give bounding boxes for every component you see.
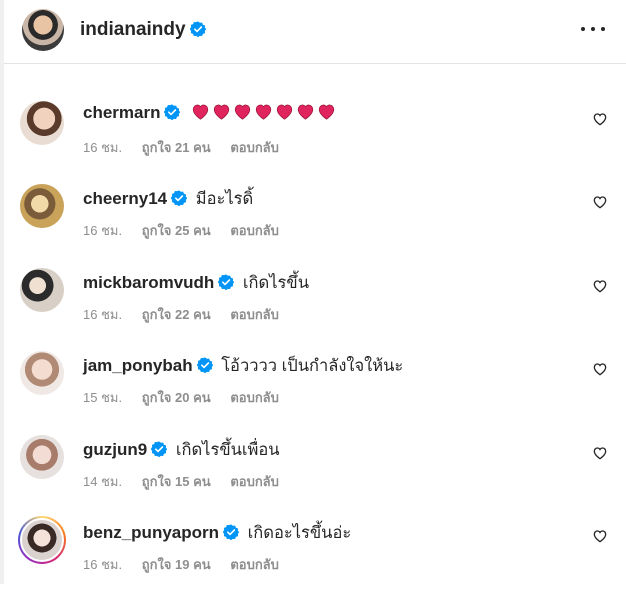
verified-badge-icon	[218, 274, 235, 290]
verified-badge-icon	[196, 357, 213, 373]
post-header: indianaindy	[4, 0, 626, 64]
commenter-username[interactable]: chermarn	[83, 103, 160, 122]
commenter-username[interactable]: jam_ponybah	[83, 356, 193, 375]
comment-line: cheerny14 มีอะไรดิ้	[83, 186, 253, 212]
reply-button[interactable]: ตอบกลับ	[230, 557, 279, 572]
commenter-avatar[interactable]	[20, 184, 64, 228]
reply-button[interactable]: ตอบกลับ	[230, 140, 279, 155]
comment-meta: 14 ชม. ถูกใจ 15 คน ตอบกลับ	[83, 471, 295, 492]
red-heart-emoji-icon	[318, 104, 335, 120]
comment-time[interactable]: 14 ชม.	[83, 474, 122, 489]
comment-meta: 16 ชม. ถูกใจ 22 คน ตอบกลับ	[83, 304, 295, 325]
comment-likes[interactable]: ถูกใจ 20 คน	[142, 390, 211, 405]
comment-meta: 16 ชม. ถูกใจ 19 คน ตอบกลับ	[83, 554, 295, 575]
comment-time[interactable]: 16 ชม.	[83, 307, 122, 322]
reply-button[interactable]: ตอบกลับ	[230, 474, 279, 489]
red-heart-emoji-icon	[213, 104, 230, 120]
comment-text: เกิดอะไรขึ้นอ่ะ	[247, 524, 352, 542]
red-heart-emoji-icon	[255, 104, 272, 120]
heart-outline-icon[interactable]	[592, 111, 608, 127]
comment-row: guzjun9 เกิดไรขึ้นเพื่อน 14 ชม. ถูกใจ 15…	[4, 429, 626, 513]
comment-row: chermarn 16 ชม. ถูกใจ 21 คน ตอบกลับ	[4, 95, 626, 179]
verified-badge-icon	[171, 190, 188, 206]
commenter-avatar[interactable]	[20, 268, 64, 312]
red-heart-emoji-icon	[192, 104, 209, 120]
commenter-username[interactable]: mickbaromvudh	[83, 273, 214, 292]
verified-badge-icon	[189, 21, 206, 37]
comment-row: cheerny14 มีอะไรดิ้ 16 ชม. ถูกใจ 25 คน ต…	[4, 178, 626, 262]
more-options-icon[interactable]	[580, 18, 606, 40]
comment-likes[interactable]: ถูกใจ 15 คน	[142, 474, 211, 489]
comment-line: chermarn	[83, 103, 336, 123]
heart-outline-icon[interactable]	[592, 445, 608, 461]
author-username[interactable]: indianaindy	[80, 19, 206, 41]
reply-button[interactable]: ตอบกลับ	[230, 307, 279, 322]
comment-row: jam_ponybah โอ้วววว เป็นกำลังใจให้นะ 15 …	[4, 345, 626, 429]
commenter-username[interactable]: guzjun9	[83, 440, 147, 459]
comment-time[interactable]: 16 ชม.	[83, 223, 122, 238]
commenter-username[interactable]: benz_punyaporn	[83, 523, 219, 542]
commenter-avatar[interactable]	[20, 351, 64, 395]
author-avatar[interactable]	[22, 9, 64, 51]
red-heart-emoji-icon	[297, 104, 314, 120]
commenter-avatar[interactable]	[18, 516, 66, 564]
heart-outline-icon[interactable]	[592, 528, 608, 544]
commenter-username[interactable]: cheerny14	[83, 189, 167, 208]
verified-badge-icon	[151, 441, 168, 457]
comment-line: jam_ponybah โอ้วววว เป็นกำลังใจให้นะ	[83, 353, 403, 379]
red-heart-emoji-icon	[276, 104, 293, 120]
comment-time[interactable]: 16 ชม.	[83, 140, 122, 155]
comment-row: benz_punyaporn เกิดอะไรขึ้นอ่ะ 16 ชม. ถู…	[4, 512, 626, 596]
commenter-avatar[interactable]	[20, 101, 64, 145]
verified-badge-icon	[164, 104, 181, 120]
comment-likes[interactable]: ถูกใจ 22 คน	[142, 307, 211, 322]
comment-likes[interactable]: ถูกใจ 21 คน	[142, 140, 211, 155]
comment-line: benz_punyaporn เกิดอะไรขึ้นอ่ะ	[83, 520, 351, 546]
comment-meta: 16 ชม. ถูกใจ 25 คน ตอบกลับ	[83, 220, 295, 241]
comment-likes[interactable]: ถูกใจ 19 คน	[142, 557, 211, 572]
heart-outline-icon[interactable]	[592, 361, 608, 377]
comment-time[interactable]: 16 ชม.	[83, 557, 122, 572]
comment-likes[interactable]: ถูกใจ 25 คน	[142, 223, 211, 238]
comment-row: mickbaromvudh เกิดไรขึ้น 16 ชม. ถูกใจ 22…	[4, 262, 626, 346]
verified-badge-icon	[223, 524, 240, 540]
comment-meta: 15 ชม. ถูกใจ 20 คน ตอบกลับ	[83, 387, 295, 408]
red-heart-emoji-icon	[234, 104, 251, 120]
comment-meta: 16 ชม. ถูกใจ 21 คน ตอบกลับ	[83, 137, 295, 158]
comment-text: มีอะไรดิ้	[195, 190, 254, 208]
reply-button[interactable]: ตอบกลับ	[230, 390, 279, 405]
reply-button[interactable]: ตอบกลับ	[230, 223, 279, 238]
comment-text: เกิดไรขึ้นเพื่อน	[175, 441, 280, 459]
heart-outline-icon[interactable]	[592, 194, 608, 210]
comment-time[interactable]: 15 ชม.	[83, 390, 122, 405]
heart-outline-icon[interactable]	[592, 278, 608, 294]
commenter-avatar[interactable]	[20, 435, 64, 479]
comment-line: guzjun9 เกิดไรขึ้นเพื่อน	[83, 437, 280, 463]
heart-emojis	[189, 104, 336, 122]
comment-text: โอ้วววว เป็นกำลังใจให้นะ	[221, 357, 404, 375]
comment-line: mickbaromvudh เกิดไรขึ้น	[83, 270, 309, 296]
comment-text: เกิดไรขึ้น	[242, 274, 309, 292]
